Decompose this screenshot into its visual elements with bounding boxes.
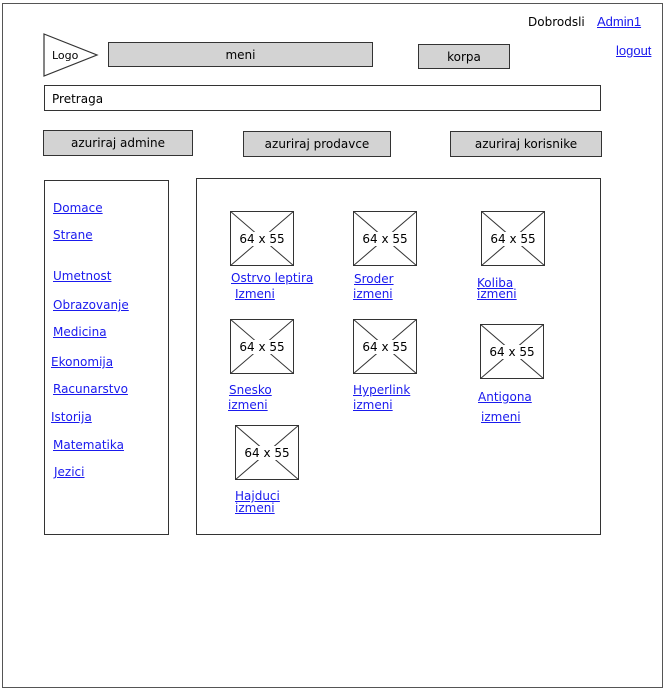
product-edit-link[interactable]: Izmeni xyxy=(235,288,275,301)
category-link-ekonomija[interactable]: Ekonomija xyxy=(51,356,113,369)
product-edit-link[interactable]: izmeni xyxy=(477,288,517,301)
image-size-label: 64 x 55 xyxy=(237,231,287,246)
image-size-label: 64 x 55 xyxy=(237,339,287,354)
update-users-button[interactable]: azuriraj korisnike xyxy=(450,131,602,157)
product-image-placeholder[interactable]: 64 x 55 xyxy=(230,319,294,374)
image-size-label: 64 x 55 xyxy=(488,231,538,246)
product-image-placeholder[interactable]: 64 x 55 xyxy=(230,211,294,266)
logo-label: Logo xyxy=(52,49,79,62)
product-image-placeholder[interactable]: 64 x 55 xyxy=(480,324,544,379)
category-link-domace[interactable]: Domace xyxy=(53,202,103,215)
product-edit-link[interactable]: izmeni xyxy=(353,288,393,301)
image-size-label: 64 x 55 xyxy=(360,231,410,246)
category-link-matematika[interactable]: Matematika xyxy=(53,439,124,452)
image-size-label: 64 x 55 xyxy=(487,344,537,359)
logout-link[interactable]: logout xyxy=(616,44,651,57)
product-image-placeholder[interactable]: 64 x 55 xyxy=(235,425,299,480)
search-placeholder: Pretraga xyxy=(52,92,104,106)
image-size-label: 64 x 55 xyxy=(242,445,292,460)
product-title-link[interactable]: Hyperlink xyxy=(353,384,410,397)
logo[interactable]: Logo xyxy=(43,33,99,77)
product-image-placeholder[interactable]: 64 x 55 xyxy=(353,211,417,266)
greeting-text: Dobrodsli xyxy=(528,15,585,29)
category-link-umetnost[interactable]: Umetnost xyxy=(53,270,111,283)
product-image-placeholder[interactable]: 64 x 55 xyxy=(481,211,545,266)
search-input[interactable]: Pretraga xyxy=(44,85,601,111)
menu-button[interactable]: meni xyxy=(108,42,373,67)
update-sellers-button[interactable]: azuriraj prodavce xyxy=(243,131,391,157)
category-link-istorija[interactable]: Istorija xyxy=(51,411,92,424)
product-title-link[interactable]: Sroder xyxy=(354,273,394,286)
category-link-racunarstvo[interactable]: Racunarstvo xyxy=(53,383,128,396)
user-link[interactable]: Admin1 xyxy=(597,15,641,28)
image-size-label: 64 x 55 xyxy=(360,339,410,354)
product-title-link[interactable]: Antigona xyxy=(478,391,532,404)
product-edit-link[interactable]: izmeni xyxy=(228,399,268,412)
product-edit-link[interactable]: izmeni xyxy=(481,411,521,424)
category-link-jezici[interactable]: Jezici xyxy=(54,466,85,479)
category-link-medicina[interactable]: Medicina xyxy=(53,326,107,339)
cart-button[interactable]: korpa xyxy=(418,44,510,69)
update-admins-button[interactable]: azuriraj admine xyxy=(43,130,193,156)
product-edit-link[interactable]: izmeni xyxy=(353,399,393,412)
product-image-placeholder[interactable]: 64 x 55 xyxy=(353,319,417,374)
category-link-strane[interactable]: Strane xyxy=(53,229,93,242)
product-edit-link[interactable]: izmeni xyxy=(235,502,275,515)
category-link-obrazovanje[interactable]: Obrazovanje xyxy=(53,299,129,312)
product-title-link[interactable]: Snesko xyxy=(229,384,272,397)
product-title-link[interactable]: Ostrvo leptira xyxy=(231,272,313,285)
